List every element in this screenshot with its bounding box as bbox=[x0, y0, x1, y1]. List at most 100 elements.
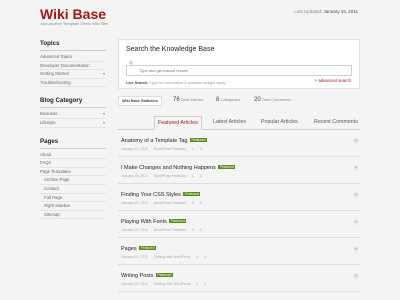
site-tagline: Just another Template Demo Wiki Site bbox=[40, 21, 108, 26]
stat-articles-label: Total Articles bbox=[180, 97, 204, 102]
statistics-label: Wiki Base Statistics bbox=[118, 96, 162, 106]
search-hint-label: Live Search: bbox=[126, 81, 149, 85]
sidebar-item[interactable]: Page Templates bbox=[40, 168, 106, 177]
blog-category-section: Blog Category Business ▾ Lifestyle ▾ bbox=[40, 97, 106, 128]
sidebar-item-label: Sitemap bbox=[44, 211, 60, 217]
featured-badge: Featured bbox=[183, 192, 201, 196]
sidebar-item[interactable]: Right Sidebar bbox=[40, 202, 106, 211]
article-title[interactable]: Finding Your CSS Styles Featured bbox=[121, 192, 201, 198]
article-date: January 15, 2011 bbox=[121, 255, 148, 259]
article-views: 0 bbox=[204, 255, 207, 259]
featured-badge: Featured bbox=[189, 138, 207, 142]
plus-circle-icon[interactable]: + bbox=[353, 273, 359, 279]
sidebar-item-label: Archive Page bbox=[44, 177, 70, 183]
sidebar-item-label: Developer Documentation bbox=[40, 62, 90, 68]
stat-categories-value: 8 bbox=[216, 97, 220, 103]
sidebar-item[interactable]: Developer Documentation bbox=[40, 62, 106, 71]
featured-badge: Featured bbox=[218, 165, 236, 169]
sidebar-item[interactable]: Advanced Topics bbox=[40, 53, 106, 62]
plus-circle-icon[interactable]: + bbox=[353, 165, 359, 171]
article-title-text[interactable]: Playing With Fonts bbox=[121, 219, 167, 225]
pages-list: About FAQs Page Templates Archive Page Conta… bbox=[40, 151, 106, 220]
plus-circle-icon[interactable]: + bbox=[353, 246, 359, 252]
article-row: Anatomy of a Template Tag Featured Januar… bbox=[118, 130, 360, 157]
search-panel: Search the Knowledge Base ⚲ Live Search:… bbox=[118, 39, 360, 89]
search-title: Search the Knowledge Base bbox=[126, 46, 215, 53]
article-title-text[interactable]: Finding Your CSS Styles bbox=[121, 192, 181, 198]
advanced-search-link[interactable]: + advanced search bbox=[315, 78, 351, 83]
article-row: Pages Featured January 15, 2011 Getting wi… bbox=[118, 238, 360, 265]
article-title-text[interactable]: I Make Changes and Nothing Happens bbox=[121, 165, 216, 171]
sidebar-item[interactable]: Troubleshooting bbox=[40, 79, 106, 88]
article-category[interactable]: WordPress Features bbox=[154, 147, 186, 151]
sidebar-item-label: Contact bbox=[44, 185, 59, 191]
statistics-bar: Wiki Base Statistics 76 Total Articles 8… bbox=[118, 96, 360, 106]
chevron-down-icon: ▾ bbox=[102, 111, 105, 117]
article-meta: January 15, 2011 Getting with WordPress 0 0 bbox=[121, 255, 212, 259]
sidebar-item[interactable]: Lifestyle ▾ bbox=[40, 119, 106, 128]
sidebar: Topics Advanced Topics Developer Document… bbox=[40, 40, 106, 229]
article-date: January 15, 2011 bbox=[121, 174, 148, 178]
article-views: 0 bbox=[204, 282, 207, 286]
featured-badge: Featured bbox=[169, 219, 187, 223]
topics-heading: Topics bbox=[40, 40, 106, 51]
article-category[interactable]: WordPress Features bbox=[154, 228, 186, 232]
search-field-wrap: ⚲ bbox=[126, 59, 352, 77]
tab-latest-articles[interactable]: Latest Articles bbox=[213, 119, 246, 125]
pages-heading: Pages bbox=[40, 138, 106, 149]
sidebar-item-label: Page Templates bbox=[40, 168, 71, 174]
sidebar-item[interactable]: Full Page bbox=[40, 194, 106, 203]
article-title-text[interactable]: Anatomy of a Template Tag bbox=[121, 138, 187, 144]
search-input[interactable] bbox=[126, 65, 352, 76]
sidebar-item[interactable]: Business ▾ bbox=[40, 110, 106, 119]
site-title[interactable]: Wiki Base bbox=[40, 6, 106, 22]
article-date: January 15, 2011 bbox=[121, 228, 148, 232]
article-category[interactable]: WordPress Features bbox=[154, 174, 186, 178]
chevron-down-icon: ▾ bbox=[102, 119, 105, 125]
stat-categories-label: Categories bbox=[220, 97, 240, 102]
article-list: Anatomy of a Template Tag Featured Januar… bbox=[118, 130, 360, 292]
stat-comments: 20 Total Comments bbox=[254, 97, 291, 103]
sidebar-item[interactable]: Contact bbox=[40, 185, 106, 194]
tab-featured-articles[interactable]: Featured Articles bbox=[154, 116, 202, 130]
sidebar-item-label: Troubleshooting bbox=[40, 79, 71, 85]
sidebar-item[interactable]: Sitemap bbox=[40, 211, 106, 220]
sidebar-item[interactable]: Getting Started ▾ bbox=[40, 70, 106, 79]
article-date: January 15, 2011 bbox=[121, 201, 148, 205]
tab-popular-articles[interactable]: Popular Articles bbox=[261, 119, 298, 125]
article-title[interactable]: Writing Posts Featured bbox=[121, 273, 173, 279]
sidebar-item-label: Right Sidebar bbox=[44, 203, 71, 209]
article-category[interactable]: Getting with WordPress bbox=[154, 282, 191, 286]
article-views: 3 bbox=[199, 147, 202, 151]
article-category[interactable]: WordPress Features bbox=[154, 201, 186, 205]
article-row: I Make Changes and Nothing Happens Featu… bbox=[118, 157, 360, 184]
article-title[interactable]: Anatomy of a Template Tag Featured bbox=[121, 138, 207, 144]
tab-recent-comments[interactable]: Recent Comments bbox=[314, 119, 358, 125]
sidebar-item[interactable]: Archive Page bbox=[40, 176, 106, 185]
plus-circle-icon[interactable]: + bbox=[353, 138, 359, 144]
sidebar-item[interactable]: FAQs bbox=[40, 159, 106, 168]
sidebar-item-label: About bbox=[40, 151, 52, 157]
article-title-text[interactable]: Writing Posts bbox=[121, 273, 153, 279]
article-meta: January 15, 2011 WordPress Features 0 0 bbox=[121, 201, 208, 205]
pages-section: Pages About FAQs Page Templates Archive Pag… bbox=[40, 138, 106, 220]
article-title[interactable]: Pages Featured bbox=[121, 246, 157, 252]
article-row: Finding Your CSS Styles Featured January … bbox=[118, 184, 360, 211]
topics-list: Advanced Topics Developer Documentation Ge… bbox=[40, 53, 106, 88]
article-title[interactable]: I Make Changes and Nothing Happens Featu… bbox=[121, 165, 236, 171]
sidebar-item-label: Business bbox=[40, 111, 58, 117]
plus-circle-icon[interactable]: + bbox=[353, 192, 359, 198]
article-category[interactable]: Getting with WordPress bbox=[154, 255, 191, 259]
article-title-text[interactable]: Pages bbox=[121, 246, 137, 252]
last-updated-label: Last Updated: bbox=[294, 9, 323, 14]
sidebar-item-label: Full Page bbox=[44, 194, 63, 200]
blog-category-heading: Blog Category bbox=[40, 97, 106, 109]
chevron-down-icon: ▾ bbox=[102, 71, 105, 77]
sidebar-item[interactable]: About bbox=[40, 151, 106, 160]
article-title[interactable]: Playing With Fonts Featured bbox=[121, 219, 187, 225]
article-comments: 1 bbox=[191, 174, 194, 178]
article-meta: January 15, 2011 WordPress Features 0 0 bbox=[121, 228, 208, 232]
plus-circle-icon[interactable]: + bbox=[353, 219, 359, 225]
article-views: 0 bbox=[199, 201, 202, 205]
article-meta: January 15, 2011 WordPress Features 1 0 bbox=[121, 174, 208, 178]
